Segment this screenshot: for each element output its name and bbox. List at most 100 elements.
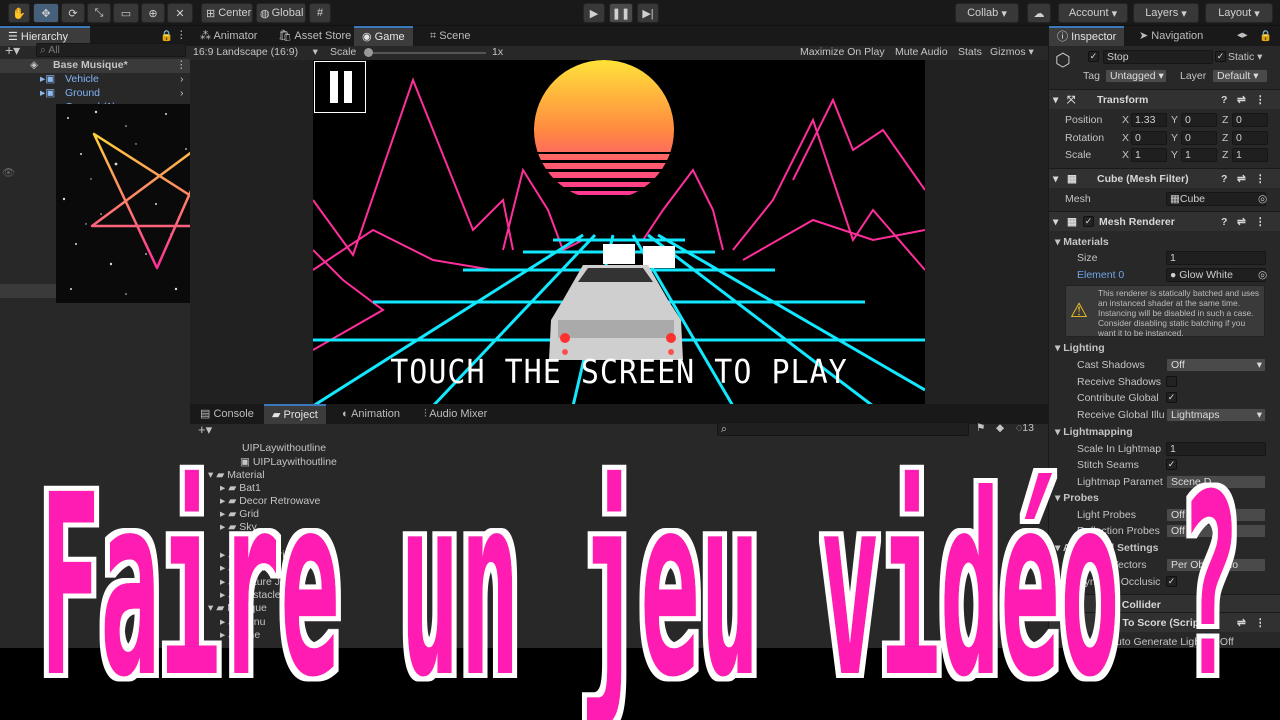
- object-picker-icon[interactable]: ◎: [1258, 269, 1267, 281]
- position-z-field[interactable]: 0: [1232, 113, 1268, 127]
- step-button[interactable]: ▶|: [637, 3, 659, 23]
- tab-inspector[interactable]: ⓘ Inspector: [1049, 26, 1125, 46]
- unity-scene-icon: ◈: [30, 59, 39, 71]
- list-item[interactable]: ▸▣ Ground ›: [0, 87, 190, 101]
- size-label: Size: [1077, 252, 1098, 264]
- visibility-eye-icon[interactable]: 👁: [2, 166, 15, 179]
- touch-to-play-prompt[interactable]: TOUCH THE SCREEN TO PLAY: [313, 353, 925, 392]
- play-button[interactable]: ▶: [583, 3, 605, 23]
- contribute-gi-checkbox[interactable]: ✓: [1166, 392, 1177, 403]
- static-dropdown[interactable]: Static ▾: [1228, 51, 1262, 63]
- preset-icon[interactable]: ⇌: [1237, 94, 1246, 106]
- pause-icon[interactable]: [314, 61, 366, 113]
- pivot-global-button[interactable]: ◍ Global: [256, 3, 306, 23]
- mesh-renderer-enabled-checkbox[interactable]: ✓: [1083, 216, 1094, 227]
- scene-row[interactable]: ◈ Base Musique* ⋮: [0, 59, 190, 73]
- transform-tool-icon[interactable]: ⊕: [141, 3, 165, 23]
- aspect-dropdown[interactable]: 16:9 Landscape (16:9) ▾: [193, 46, 318, 58]
- tab-animator[interactable]: ⁂ Animator: [192, 26, 265, 46]
- tag-label: Tag: [1083, 70, 1100, 82]
- hand-tool-icon[interactable]: ✋: [8, 3, 30, 23]
- gizmos-dropdown[interactable]: Gizmos ▾: [990, 46, 1034, 58]
- mesh-icon: ▦: [1170, 193, 1180, 205]
- mute-audio-toggle[interactable]: Mute Audio: [895, 46, 948, 58]
- account-dropdown[interactable]: Account ▾: [1058, 3, 1128, 23]
- scale-tool-icon[interactable]: ⤡: [87, 3, 111, 23]
- position-x-field[interactable]: 1.33: [1131, 113, 1167, 127]
- mesh-label: Mesh: [1065, 193, 1091, 205]
- mesh-field[interactable]: ▦Cube: [1166, 192, 1266, 206]
- receive-shadows-checkbox[interactable]: [1166, 376, 1177, 387]
- game-view-bar: 16:9 Landscape (16:9) ▾ Scale 1x Maximiz…: [190, 46, 1048, 60]
- scene-menu-icon[interactable]: ⋮: [176, 59, 187, 71]
- element-material-field[interactable]: ● Glow White: [1166, 268, 1266, 282]
- static-checkbox[interactable]: ✓: [1215, 51, 1226, 62]
- scale-z-field[interactable]: 1: [1232, 148, 1268, 162]
- materials-foldout[interactable]: ▾ Materials: [1055, 236, 1109, 248]
- pause-button[interactable]: ❚❚: [609, 3, 633, 23]
- mesh-renderer-header[interactable]: ▾ ▦ ✓ Mesh Renderer ? ⇌ ⋮: [1049, 211, 1280, 231]
- info-icon: ⓘ: [1057, 31, 1072, 43]
- kebab-menu-icon[interactable]: ⋮: [176, 29, 187, 41]
- help-icon[interactable]: ?: [1221, 173, 1227, 185]
- axis-z-label: Z: [1222, 149, 1229, 161]
- grid-snap-icon[interactable]: #: [309, 3, 331, 23]
- help-icon[interactable]: ?: [1221, 94, 1227, 106]
- object-name-field[interactable]: Stop: [1103, 50, 1213, 64]
- position-y-field[interactable]: 0: [1181, 113, 1217, 127]
- create-plus-icon[interactable]: +▾: [5, 42, 20, 59]
- preset-icon[interactable]: ⇌: [1237, 173, 1246, 185]
- mesh-filter-title: Cube (Mesh Filter): [1097, 173, 1189, 185]
- scale-x-field[interactable]: 1: [1131, 148, 1167, 162]
- rotation-z-field[interactable]: 0: [1232, 131, 1268, 145]
- tag-dropdown[interactable]: Untagged ▾: [1105, 69, 1167, 83]
- materials-size-field[interactable]: 1: [1166, 251, 1266, 265]
- preset-icon[interactable]: ⇌: [1237, 216, 1246, 228]
- hierarchy-search-input[interactable]: ⌕ All: [36, 43, 186, 57]
- tab-game[interactable]: ◉ Game: [354, 26, 413, 46]
- transform-header[interactable]: ▾ ⤧ Transform ? ⇌ ⋮: [1049, 89, 1280, 109]
- component-menu-icon[interactable]: ⋮: [1255, 94, 1266, 106]
- rotation-x-field[interactable]: 0: [1131, 131, 1167, 145]
- tab-navigation[interactable]: ➤ Navigation: [1131, 26, 1211, 46]
- scale-slider[interactable]: [364, 48, 486, 57]
- component-menu-icon[interactable]: ⋮: [1255, 173, 1266, 185]
- stats-toggle[interactable]: Stats: [958, 46, 982, 58]
- cast-shadows-value: Off: [1171, 359, 1185, 371]
- list-item[interactable]: ▸▣ Vehicle ›: [0, 73, 190, 87]
- help-icon[interactable]: ?: [1221, 216, 1227, 228]
- cast-shadows-dropdown[interactable]: Off ▾: [1166, 358, 1266, 372]
- mesh-filter-header[interactable]: ▾ ▦ Cube (Mesh Filter) ? ⇌ ⋮: [1049, 168, 1280, 188]
- lock-icon[interactable]: 🔒: [1259, 29, 1272, 42]
- layers-dropdown[interactable]: Layers ▾: [1133, 3, 1199, 23]
- pivot-center-button[interactable]: ⊞ Center: [201, 3, 253, 23]
- transform-title: Transform: [1097, 94, 1149, 106]
- active-checkbox[interactable]: ✓: [1088, 51, 1099, 62]
- lighting-foldout[interactable]: ▾ Lighting: [1055, 342, 1105, 354]
- collab-dropdown[interactable]: Collab ▾: [955, 3, 1019, 23]
- rotation-y-field[interactable]: 0: [1181, 131, 1217, 145]
- tab-scene[interactable]: ⌗ Scene: [422, 26, 478, 46]
- scale-y-field[interactable]: 1: [1181, 148, 1217, 162]
- pause-bar-right: [344, 71, 352, 103]
- maximize-on-play-toggle[interactable]: Maximize On Play: [800, 46, 885, 58]
- tab-asset-store[interactable]: 🛍 Asset Store: [270, 26, 359, 46]
- object-picker-icon[interactable]: ◎: [1258, 193, 1267, 205]
- rotate-tool-icon[interactable]: ⟳: [61, 3, 85, 23]
- layer-dropdown[interactable]: Default ▾: [1212, 69, 1268, 83]
- lock-icon[interactable]: 🔒: [160, 29, 173, 42]
- scene-icon: ⌗: [430, 30, 440, 42]
- game-viewport[interactable]: TOUCH THE SCREEN TO PLAY: [313, 60, 925, 406]
- navigation-icon: ➤: [1139, 30, 1152, 42]
- animator-icon: ⁂: [200, 30, 214, 42]
- tab-scroll-icon[interactable]: ◂▸: [1237, 29, 1248, 41]
- transform-icon: ⤧: [1067, 94, 1076, 106]
- move-tool-icon[interactable]: ✥: [33, 3, 59, 23]
- custom-tool-icon[interactable]: ✕: [167, 3, 193, 23]
- layout-dropdown[interactable]: Layout ▾: [1205, 3, 1273, 23]
- rect-tool-icon[interactable]: ▭: [113, 3, 139, 23]
- mesh-filter-icon: ▦: [1067, 173, 1077, 185]
- cloud-icon[interactable]: ☁: [1027, 3, 1051, 23]
- component-menu-icon[interactable]: ⋮: [1255, 216, 1266, 228]
- scale-slider-handle[interactable]: [364, 48, 373, 57]
